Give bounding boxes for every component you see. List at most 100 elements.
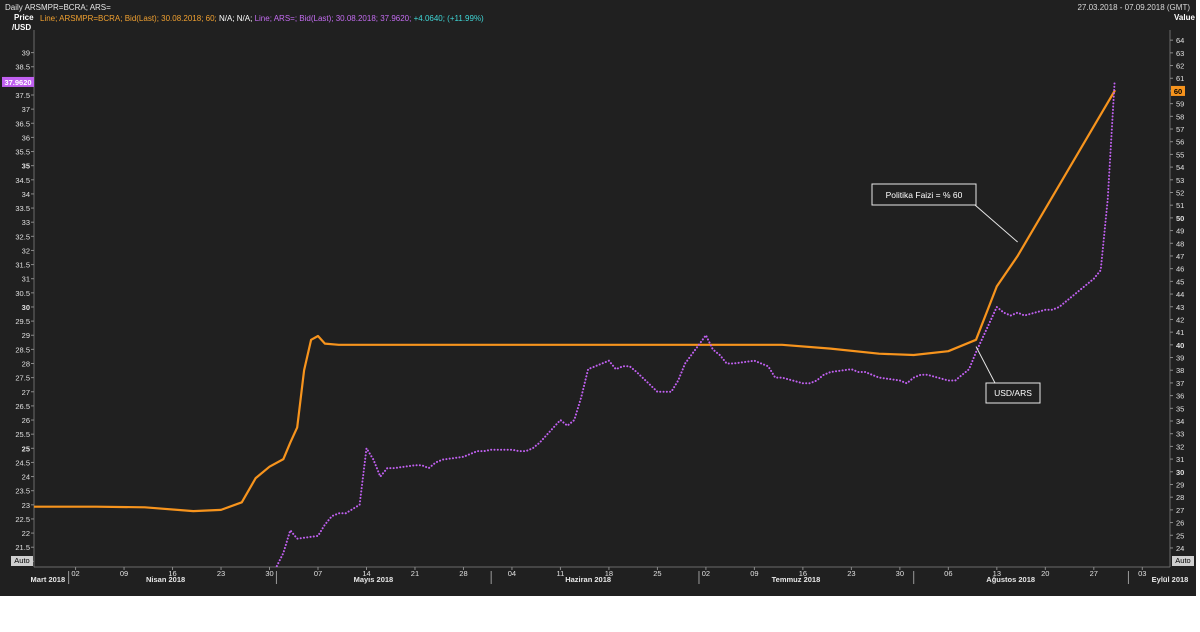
auto-scale-right-button[interactable]: Auto — [1172, 556, 1194, 566]
left-axis-tick-label: 25.5 — [15, 430, 30, 439]
right-axis-tick-label: 28 — [1176, 493, 1184, 502]
right-axis-tick-label: 61 — [1176, 74, 1184, 83]
right-axis-tick-label: 51 — [1176, 201, 1184, 210]
x-axis-tick-label: 20 — [1041, 569, 1049, 578]
right-axis-tick-label: 55 — [1176, 150, 1184, 159]
left-axis-tick-label: 22.5 — [15, 515, 30, 524]
x-axis-tick-label: 21 — [411, 569, 419, 578]
right-axis-tick-label: 30 — [1176, 468, 1184, 477]
left-axis-tick-label: 27 — [22, 388, 30, 397]
x-axis-month-label: Temmuz 2018 — [772, 575, 821, 584]
left-axis-tick-label: 23 — [22, 501, 30, 510]
right-axis-tick-label: 58 — [1176, 112, 1184, 121]
left-axis-tick-label: 26.5 — [15, 402, 30, 411]
x-axis-tick-label: 30 — [265, 569, 273, 578]
x-axis-month-label: Eylül 2018 — [1152, 575, 1189, 584]
right-axis-tick-label: 38 — [1176, 366, 1184, 375]
x-axis-tick-label: 23 — [847, 569, 855, 578]
x-axis-tick-label: 06 — [944, 569, 952, 578]
x-axis-month-label: Mart 2018 — [31, 575, 66, 584]
left-axis-tick-label: 23.5 — [15, 487, 30, 496]
left-axis-tick-label: 34.5 — [15, 176, 30, 185]
right-axis-tick-label: 24 — [1176, 544, 1184, 553]
right-axis-tick-label: 57 — [1176, 125, 1184, 134]
x-axis-tick-label: 04 — [508, 569, 516, 578]
right-axis-tick-label: 53 — [1176, 176, 1184, 185]
right-axis-tick-label: 25 — [1176, 531, 1184, 540]
left-axis-tick-label: 32.5 — [15, 232, 30, 241]
right-axis-tick-label: 35 — [1176, 404, 1184, 413]
right-axis-tick-label: 32 — [1176, 442, 1184, 451]
left-axis-tick-label: 36 — [22, 133, 30, 142]
left-axis-tick-label: 21.5 — [15, 543, 30, 552]
right-axis-tick-label: 26 — [1176, 519, 1184, 528]
right-axis-tick-label: 44 — [1176, 290, 1184, 299]
right-axis-tick-label: 41 — [1176, 328, 1184, 337]
x-axis-tick-label: 11 — [557, 569, 565, 578]
x-axis-month-label: Nisan 2018 — [146, 575, 185, 584]
left-axis-tick-label: 32 — [22, 246, 30, 255]
x-axis-month-label: Haziran 2018 — [565, 575, 611, 584]
left-axis-tick-label: 24 — [22, 473, 30, 482]
right-axis-tick-label: 50 — [1176, 214, 1184, 223]
left-axis-tick-label: 25 — [22, 444, 30, 453]
right-last-value-tag: 60 — [1174, 87, 1182, 96]
left-axis-tick-label: 34 — [22, 190, 30, 199]
right-axis-tick-label: 64 — [1176, 36, 1184, 45]
right-axis-tick-label: 40 — [1176, 341, 1184, 350]
right-axis-tick-label: 42 — [1176, 315, 1184, 324]
auto-scale-left-button[interactable]: Auto — [11, 556, 33, 566]
chart-svg: 21 21.5 22 22.5 23 23.5 24 24.5 25 25.5 26 26.5 27 27… — [2, 30, 1189, 584]
x-axis-tick-label: 28 — [459, 569, 467, 578]
annotation-policy-rate: Politika Faizi = % 60 — [886, 190, 963, 200]
right-axis-tick-label: 63 — [1176, 49, 1184, 58]
right-axis-tick-label: 47 — [1176, 252, 1184, 261]
right-axis-tick-label: 29 — [1176, 480, 1184, 489]
x-axis-tick-label: 02 — [702, 569, 710, 578]
x-axis-tick-label: 07 — [314, 569, 322, 578]
right-axis-tick-label: 49 — [1176, 227, 1184, 236]
left-axis-tick-label: 22 — [22, 529, 30, 538]
right-axis-tick-label: 39 — [1176, 354, 1184, 363]
x-axis-tick-label: 03 — [1138, 569, 1146, 578]
right-axis-tick-label: 27 — [1176, 506, 1184, 515]
left-axis-tick-label: 35.5 — [15, 148, 30, 157]
left-axis-tick-label: 28 — [22, 360, 30, 369]
policy-rate-line — [34, 89, 1116, 513]
left-last-value-tag: 37.9620 — [4, 78, 31, 87]
left-axis-tick-label: 33.5 — [15, 204, 30, 213]
left-axis-tick-label: 37 — [22, 105, 30, 114]
x-axis-tick-label: 25 — [653, 569, 661, 578]
x-axis-tick-label: 02 — [71, 569, 79, 578]
right-axis-tick-label: 33 — [1176, 430, 1184, 439]
right-axis-tick-label: 36 — [1176, 392, 1184, 401]
annotation-leader-policy-rate — [974, 204, 1018, 243]
x-axis-tick-label: 27 — [1090, 569, 1098, 578]
right-axis-tick-label: 62 — [1176, 62, 1184, 71]
left-axis-tick-label: 35 — [22, 162, 30, 171]
x-axis-tick-label: 09 — [750, 569, 758, 578]
left-axis-tick-label: 27.5 — [15, 374, 30, 383]
usd-ars-line — [274, 80, 1116, 567]
right-axis-tick-label: 48 — [1176, 239, 1184, 248]
x-axis-month-label: Mayıs 2018 — [354, 575, 394, 584]
left-axis-tick-label: 29 — [22, 331, 30, 340]
right-axis-tick-label: 31 — [1176, 455, 1184, 464]
annotation-usd-ars: USD/ARS — [994, 388, 1032, 398]
right-axis-tick-label: 45 — [1176, 277, 1184, 286]
x-axis-tick-label: 30 — [896, 569, 904, 578]
right-axis-tick-label: 46 — [1176, 265, 1184, 274]
left-axis-tick-label: 30 — [22, 303, 30, 312]
left-axis-tick-label: 38.5 — [15, 63, 30, 72]
chart-frame: Daily ARSMPR=BCRA; ARS= 27.03.2018 - 07.… — [0, 0, 1196, 596]
annotation-leader-usd-ars — [975, 346, 996, 384]
left-axis-tick-label: 31 — [22, 275, 30, 284]
right-axis-tick-label: 54 — [1176, 163, 1184, 172]
right-axis-tick-label: 59 — [1176, 100, 1184, 109]
left-axis-tick-label: 29.5 — [15, 317, 30, 326]
x-axis-tick-label: 09 — [120, 569, 128, 578]
x-axis-month-label: Ağustos 2018 — [986, 575, 1035, 584]
left-axis-tick-label: 37.5 — [15, 91, 30, 100]
left-axis-tick-label: 31.5 — [15, 261, 30, 270]
left-axis-tick-label: 39 — [22, 49, 30, 58]
